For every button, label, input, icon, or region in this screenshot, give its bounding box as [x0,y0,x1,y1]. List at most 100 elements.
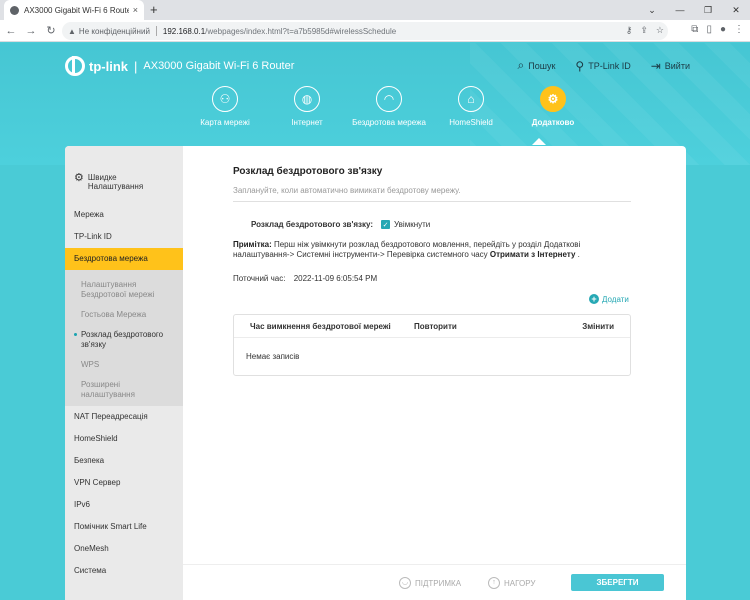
search-icon: ⌕ [517,58,525,72]
tplink-id-link[interactable]: ⚲ TP-Link ID [575,58,630,73]
save-button[interactable]: ЗБЕРЕГТИ [571,574,664,591]
omnibox-actions: ⚷ ⇪ ☆ [626,25,664,36]
url-text[interactable]: 192.168.0.1/webpages/index.html?t=a7b598… [163,27,396,36]
address-bar[interactable]: ▲ Не конфіденційний 192.168.0.1/webpages… [62,22,668,40]
profile-icon[interactable]: ● [720,24,726,35]
sidebar-sub-guest-network[interactable]: Гостьова Мережа [65,306,183,326]
note-text: Примітка: Перш ніж увімкнути розклад без… [233,240,613,260]
sidebar: ⚙ Швидке Налаштування Мережа TP-Link ID … [65,146,183,600]
tplink-logo: tp-link | AX3000 Gigabit Wi-Fi 6 Router [65,56,294,76]
nav-network-map-label: Карта мережі [200,118,250,127]
schedule-toggle-label: Розклад бездротового зв'язку: [251,220,374,229]
headset-icon: ◡ [399,577,411,589]
enable-checkbox-label[interactable]: Увімкнути [394,220,430,229]
sidebar-item-quick-setup[interactable]: ⚙ Швидке Налаштування [65,146,183,204]
menu-icon[interactable]: ⋮ [734,24,744,35]
sidebar-item-smart-life[interactable]: Помічник Smart Life [65,516,183,538]
browser-toolbar: ← → ↻ ▲ Не конфіденційний 192.168.0.1/we… [0,20,750,42]
tab-search-icon[interactable]: ⌄ [638,0,666,20]
share-icon[interactable]: ⇪ [640,25,648,36]
arrow-up-icon: ↑ [488,577,500,589]
brand-name: tp-link [89,58,128,74]
note-label: Примітка: [233,240,272,249]
main-panel: ⚙ Швидке Налаштування Мережа TP-Link ID … [65,146,686,600]
page-title: Розклад бездротового зв'язку [233,166,383,177]
nav-internet[interactable]: ◍ Інтернет [266,86,348,127]
sidebar-item-homeshield[interactable]: HomeShield [65,428,183,450]
back-to-top-button[interactable]: ↑ НАГОРУ [488,577,535,589]
plus-icon: + [589,294,599,304]
security-label[interactable]: Не конфіденційний [79,27,150,36]
reload-icon[interactable]: ↻ [42,24,60,37]
add-button-label: Додати [602,294,629,304]
current-time-value: 2022-11-09 6:05:54 PM [293,274,378,283]
browser-tab-bar: AX3000 Gigabit Wi-Fi 6 Router × + ⌄ — ❐ … [0,0,750,20]
logo-separator: | [134,58,138,74]
table-header: Час вимкнення бездротової мережі Повтори… [234,315,630,338]
nav-advanced-label: Додатково [531,118,575,127]
sidebar-item-vpn[interactable]: VPN Сервер [65,472,183,494]
router-model: AX3000 Gigabit Wi-Fi 6 Router [143,60,295,72]
sidebar-sub-wireless-schedule[interactable]: Розклад бездротового зв'язку [65,326,183,356]
close-window-icon[interactable]: ✕ [722,0,750,20]
sidebar-item-onemesh[interactable]: OneMesh [65,538,183,560]
quick-setup-icon: ⚙ [74,172,84,184]
main-nav: ⚇ Карта мережі ◍ Інтернет ◠ Бездротова м… [184,86,594,127]
nav-advanced[interactable]: ⚙ Додатково [512,86,594,127]
column-header-modify: Змінити [582,321,614,331]
sidebar-item-tplink-id[interactable]: TP-Link ID [65,226,183,248]
enable-checkbox[interactable]: ✓ [381,220,391,229]
browser-tab[interactable]: AX3000 Gigabit Wi-Fi 6 Router × [4,0,144,20]
nav-wireless[interactable]: ◠ Бездротова мережа [348,86,430,127]
forward-icon[interactable]: → [22,25,40,37]
screenshot-icon[interactable]: ⧉ [691,24,698,35]
maximize-icon[interactable]: ❐ [694,0,722,20]
note-end: . [575,250,580,259]
sidebar-submenu: Налаштування Бездротової мережі Гостьова… [65,270,183,406]
sidebar-sub-wireless-settings[interactable]: Налаштування Бездротової мережі [65,276,183,306]
globe-icon [10,5,19,15]
sidebar-item-system[interactable]: Система [65,560,183,582]
gear-icon: ⚙ [540,86,566,112]
nav-internet-label: Інтернет [291,118,323,127]
nav-network-map[interactable]: ⚇ Карта мережі [184,86,266,127]
star-icon[interactable]: ☆ [656,25,664,36]
search-link-label: Пошук [528,60,556,71]
wifi-icon: ◠ [376,86,402,112]
sidebar-icon[interactable]: ▯ [706,24,712,35]
sidebar-item-network[interactable]: Мережа [65,204,183,226]
support-label: ПІДТРИМКА [415,578,462,588]
support-button[interactable]: ◡ ПІДТРИМКА [399,577,461,589]
close-tab-icon[interactable]: × [133,5,138,15]
add-button[interactable]: + Додати [589,294,629,304]
key-icon[interactable]: ⚷ [626,25,633,36]
back-icon[interactable]: ← [2,25,20,37]
logout-label: Вийти [664,60,690,71]
tplink-logo-icon [65,56,85,76]
new-tab-button[interactable]: + [150,2,158,17]
current-time-label: Поточний час: [233,274,286,283]
search-link[interactable]: ⌕ Пошук [518,58,556,73]
tab-title: AX3000 Gigabit Wi-Fi 6 Router [24,5,129,15]
nav-homeshield[interactable]: ⌂ HomeShield [430,86,512,127]
logout-link[interactable]: ⇥ Вийти [651,58,690,73]
nav-homeshield-label: HomeShield [449,118,493,127]
sidebar-item-security[interactable]: Безпека [65,450,183,472]
nav-wireless-label: Бездротова мережа [352,118,426,127]
minimize-icon[interactable]: — [666,0,694,20]
divider [155,26,157,36]
sidebar-item-ipv6[interactable]: IPv6 [65,494,183,516]
sidebar-item-nat[interactable]: NAT Переадресація [65,406,183,428]
sidebar-item-wireless[interactable]: Бездротова мережа [65,248,183,270]
user-icon: ⚲ [575,58,585,73]
sidebar-sub-wps[interactable]: WPS [65,356,183,376]
shield-icon: ⌂ [458,86,484,112]
current-time: Поточний час: 2022-11-09 6:05:54 PM [233,274,377,283]
note-bold: Отримати з Інтернету [489,250,576,259]
schedule-toggle-row: Розклад бездротового зв'язку: ✓ Увімкнут… [251,220,430,229]
empty-table-message: Немає записів [246,352,300,361]
sidebar-sub-advanced-settings[interactable]: Розширені налаштування [65,376,183,406]
logout-icon: ⇥ [650,58,661,73]
schedule-table: Час вимкнення бездротової мережі Повтори… [233,314,631,376]
warning-icon[interactable]: ▲ [68,27,76,36]
